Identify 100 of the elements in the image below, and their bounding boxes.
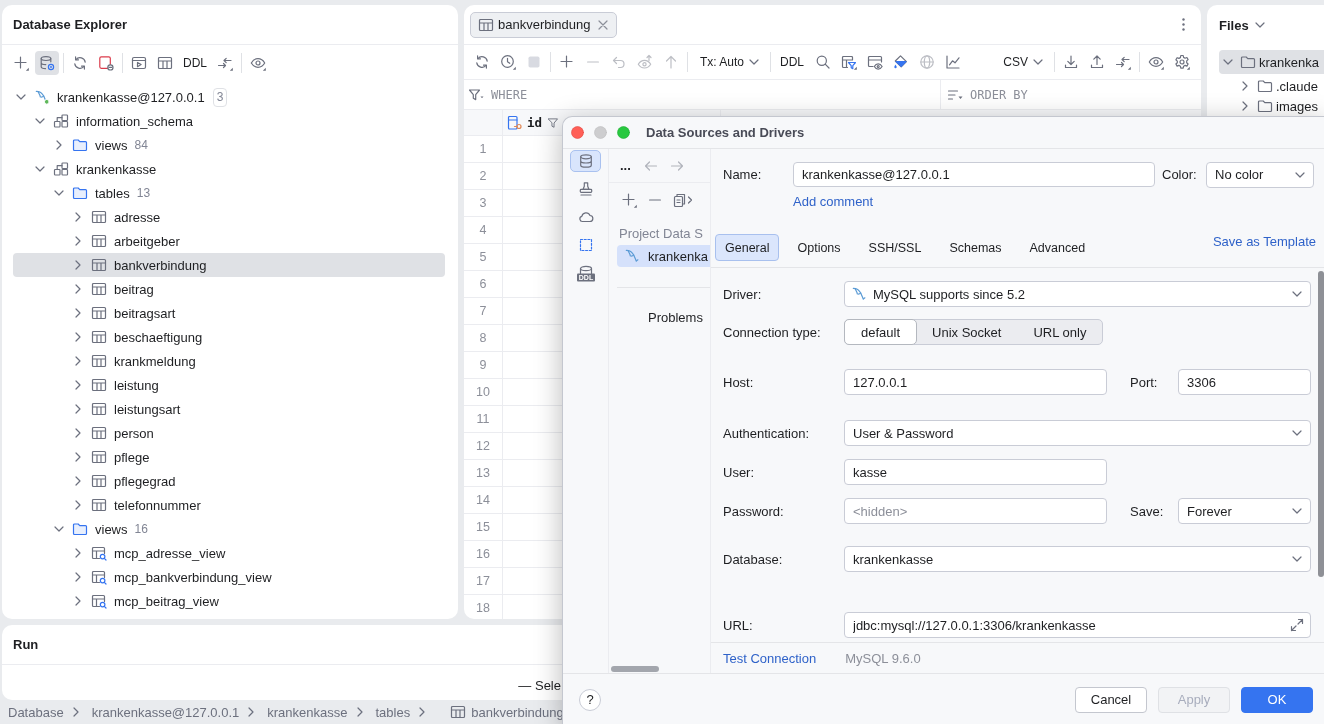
tree-item[interactable]: views 16 — [13, 517, 445, 541]
column-header[interactable]: id — [503, 110, 561, 135]
tree-item[interactable]: leistung — [13, 373, 445, 397]
settings-tab[interactable]: Schemas — [939, 234, 1012, 261]
tree-item[interactable]: mcp_bankverbindung_view — [13, 565, 445, 589]
chevron-down-icon[interactable] — [35, 166, 45, 172]
order-by-field[interactable]: ORDER BY — [970, 83, 1201, 106]
tree-item[interactable]: adresse — [13, 205, 445, 229]
tree-item[interactable]: telefonnummer — [13, 493, 445, 517]
copy-icon[interactable] — [673, 192, 693, 208]
chevron-right-icon[interactable] — [75, 572, 81, 582]
settings-tab[interactable]: SSH/SSL — [858, 234, 932, 261]
tree-item[interactable]: arbeitgeber — [13, 229, 445, 253]
chevron-right-icon[interactable] — [75, 596, 81, 606]
chevron-right-icon[interactable] — [75, 500, 81, 510]
breadcrumb[interactable]: krankenkasse — [267, 704, 348, 720]
chevron-down-icon[interactable] — [54, 190, 64, 196]
tree-item[interactable]: beschaeftigung — [13, 325, 445, 349]
plus-icon[interactable] — [621, 192, 637, 208]
chevron-right-icon[interactable] — [75, 428, 81, 438]
ddl-button[interactable]: DDL — [179, 51, 211, 75]
port-field[interactable]: 3306 — [1178, 369, 1311, 395]
problems-label[interactable]: Problems — [648, 310, 703, 326]
test-connection-link[interactable]: Test Connection — [723, 650, 817, 666]
settings-tab[interactable]: Options — [787, 234, 851, 261]
save-template-link[interactable]: Save as Template — [1212, 234, 1316, 250]
chevron-right-icon[interactable] — [1242, 101, 1248, 111]
tree-item[interactable]: leistungsart — [13, 397, 445, 421]
more-button[interactable]: ... — [620, 158, 631, 173]
tree-item[interactable]: bankverbindung — [13, 253, 445, 277]
segment-option[interactable]: Unix Socket — [915, 319, 1019, 345]
tree-item[interactable]: information_schema — [13, 109, 445, 133]
chevron-right-icon[interactable] — [1242, 81, 1248, 91]
chevron-down-icon[interactable] — [16, 94, 26, 100]
tree-item[interactable]: krankenkasse@127.0.0.1 3 — [13, 85, 445, 109]
chevron-right-icon[interactable] — [75, 332, 81, 342]
settings-tab[interactable]: General — [715, 234, 780, 261]
chevron-right-icon[interactable] — [75, 212, 81, 222]
tree-item[interactable]: krankmeldung — [13, 349, 445, 373]
chevron-right-icon[interactable] — [75, 476, 81, 486]
breadcrumb[interactable]: krankenkasse@127.0.0.1 — [91, 704, 240, 720]
chevron-down-icon[interactable] — [35, 118, 45, 124]
toolbar-dropdown[interactable]: CSV — [995, 50, 1050, 74]
vertical-scrollbar[interactable] — [1318, 271, 1324, 577]
tree-item[interactable]: images — [1219, 98, 1324, 114]
close-icon[interactable] — [571, 126, 584, 139]
segment-option[interactable]: URL only — [1016, 319, 1104, 345]
chevron-right-icon[interactable] — [75, 284, 81, 294]
chevron-right-icon[interactable] — [75, 404, 81, 414]
chevron-right-icon[interactable] — [75, 356, 81, 366]
tree-item[interactable]: mcp_adresse_view — [13, 541, 445, 565]
user-field[interactable]: kasse — [844, 459, 1107, 485]
url-field[interactable]: jdbc:mysql://127.0.0.1:3306/krankenkasse — [844, 612, 1311, 638]
segment-option[interactable]: default — [844, 319, 918, 345]
tree-item[interactable]: person — [13, 421, 445, 445]
tree-item[interactable]: pflegegrad — [13, 469, 445, 493]
tree-item[interactable]: pflege — [13, 445, 445, 469]
tree-item[interactable]: beitragsart — [13, 301, 445, 325]
toolbar-dropdown[interactable]: Tx: Auto — [692, 50, 767, 74]
chevron-right-icon[interactable] — [75, 548, 81, 558]
breadcrumb[interactable]: bankverbindung — [471, 704, 564, 720]
chevron-right-icon[interactable] — [56, 140, 62, 150]
tree-item[interactable]: beitrag — [13, 277, 445, 301]
filter-icon[interactable] — [547, 116, 559, 129]
ok-button[interactable]: OK — [1241, 686, 1313, 713]
expand-icon[interactable] — [1289, 617, 1305, 633]
host-field[interactable]: 127.0.0.1 — [844, 369, 1107, 395]
color-dropdown[interactable]: No color — [1206, 161, 1314, 188]
cancel-button[interactable]: Cancel — [1075, 686, 1147, 713]
more-icon[interactable] — [1182, 18, 1185, 31]
chevron-right-icon[interactable] — [75, 308, 81, 318]
chevron-right-icon[interactable] — [75, 380, 81, 390]
driver-dropdown[interactable]: MySQL supports since 5.2 — [844, 281, 1311, 307]
ddl-button[interactable]: DDL — [775, 50, 810, 74]
chevron-right-icon[interactable] — [75, 260, 81, 270]
tree-item[interactable]: views 84 — [13, 133, 445, 157]
chevron-down-icon[interactable] — [1223, 59, 1233, 65]
breadcrumb[interactable]: tables — [375, 704, 411, 720]
tree-item[interactable]: tables 13 — [13, 181, 445, 205]
tree-item[interactable]: mcp_beitrag_view — [13, 589, 445, 613]
list-item[interactable]: krankenka — [617, 245, 710, 267]
chevron-down-icon[interactable] — [54, 526, 64, 532]
help-button[interactable]: ? — [579, 688, 601, 711]
close-icon[interactable] — [597, 19, 608, 30]
tree-item[interactable]: .claude — [1219, 78, 1324, 94]
view-selector[interactable]: Files — [1219, 17, 1265, 33]
name-field[interactable]: krankenkasse@127.0.0.1 — [793, 162, 1155, 187]
authentication-dropdown[interactable]: User & Password — [844, 420, 1311, 446]
save-dropdown[interactable]: Forever — [1178, 498, 1311, 524]
breadcrumb[interactable]: Database — [8, 704, 64, 720]
where-field[interactable]: WHERE — [491, 83, 940, 106]
database-dropdown[interactable]: krankenkasse — [844, 546, 1311, 572]
add-comment-link[interactable]: Add comment — [793, 195, 874, 209]
sidebar-tab[interactable] — [570, 150, 601, 172]
settings-tab[interactable]: Advanced — [1019, 234, 1096, 261]
tree-item[interactable]: krankenka — [1219, 50, 1324, 74]
tree-item[interactable]: krankenkasse — [13, 157, 445, 181]
toolbar-button[interactable] — [35, 51, 59, 75]
password-field[interactable]: <hidden> — [844, 498, 1107, 524]
editor-tab[interactable]: bankverbindung — [470, 11, 617, 38]
